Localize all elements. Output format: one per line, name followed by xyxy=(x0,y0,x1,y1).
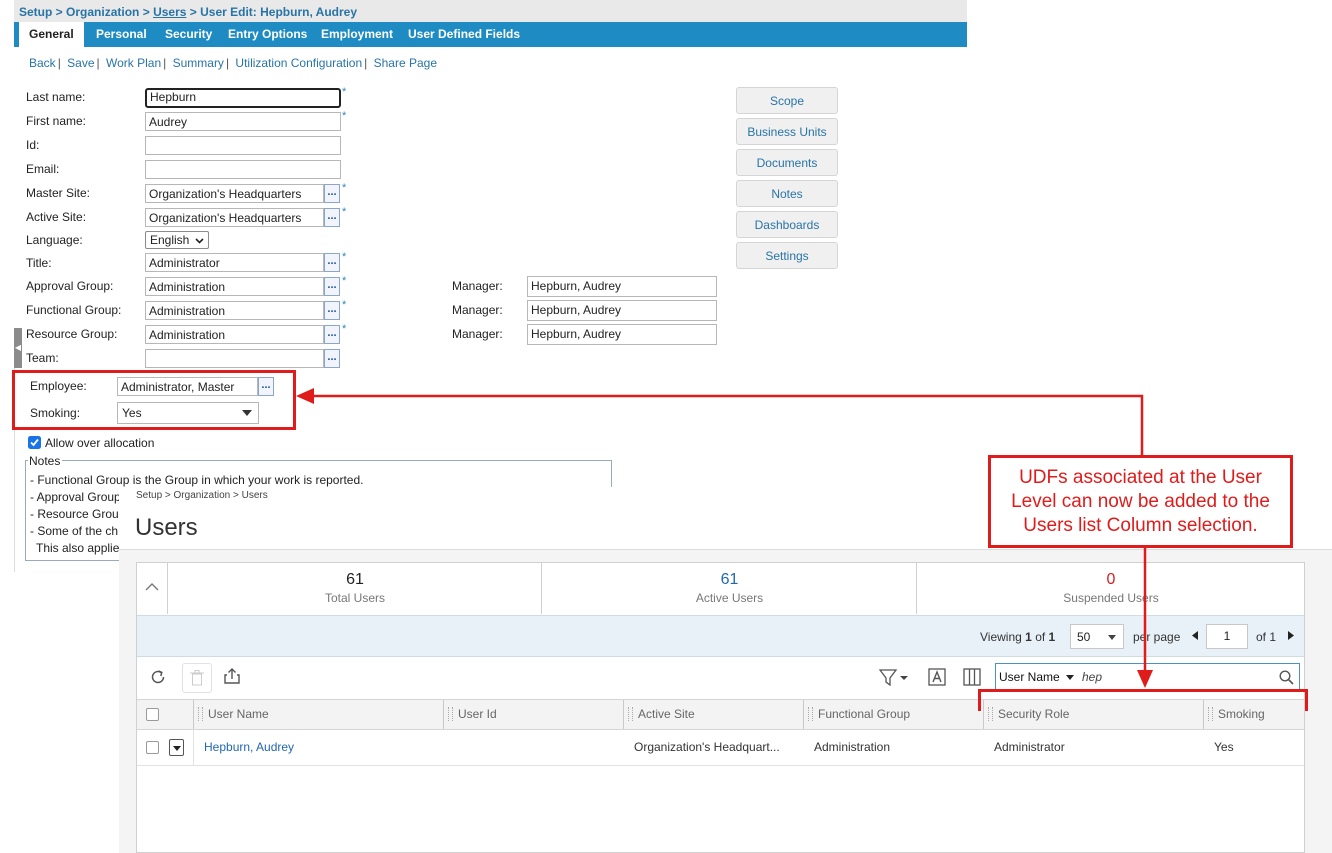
annotation-text: UDFs associated at the User Level can no… xyxy=(1011,467,1270,536)
annotation-callout: UDFs associated at the User Level can no… xyxy=(988,455,1293,548)
annotation-arrows xyxy=(296,388,1153,688)
